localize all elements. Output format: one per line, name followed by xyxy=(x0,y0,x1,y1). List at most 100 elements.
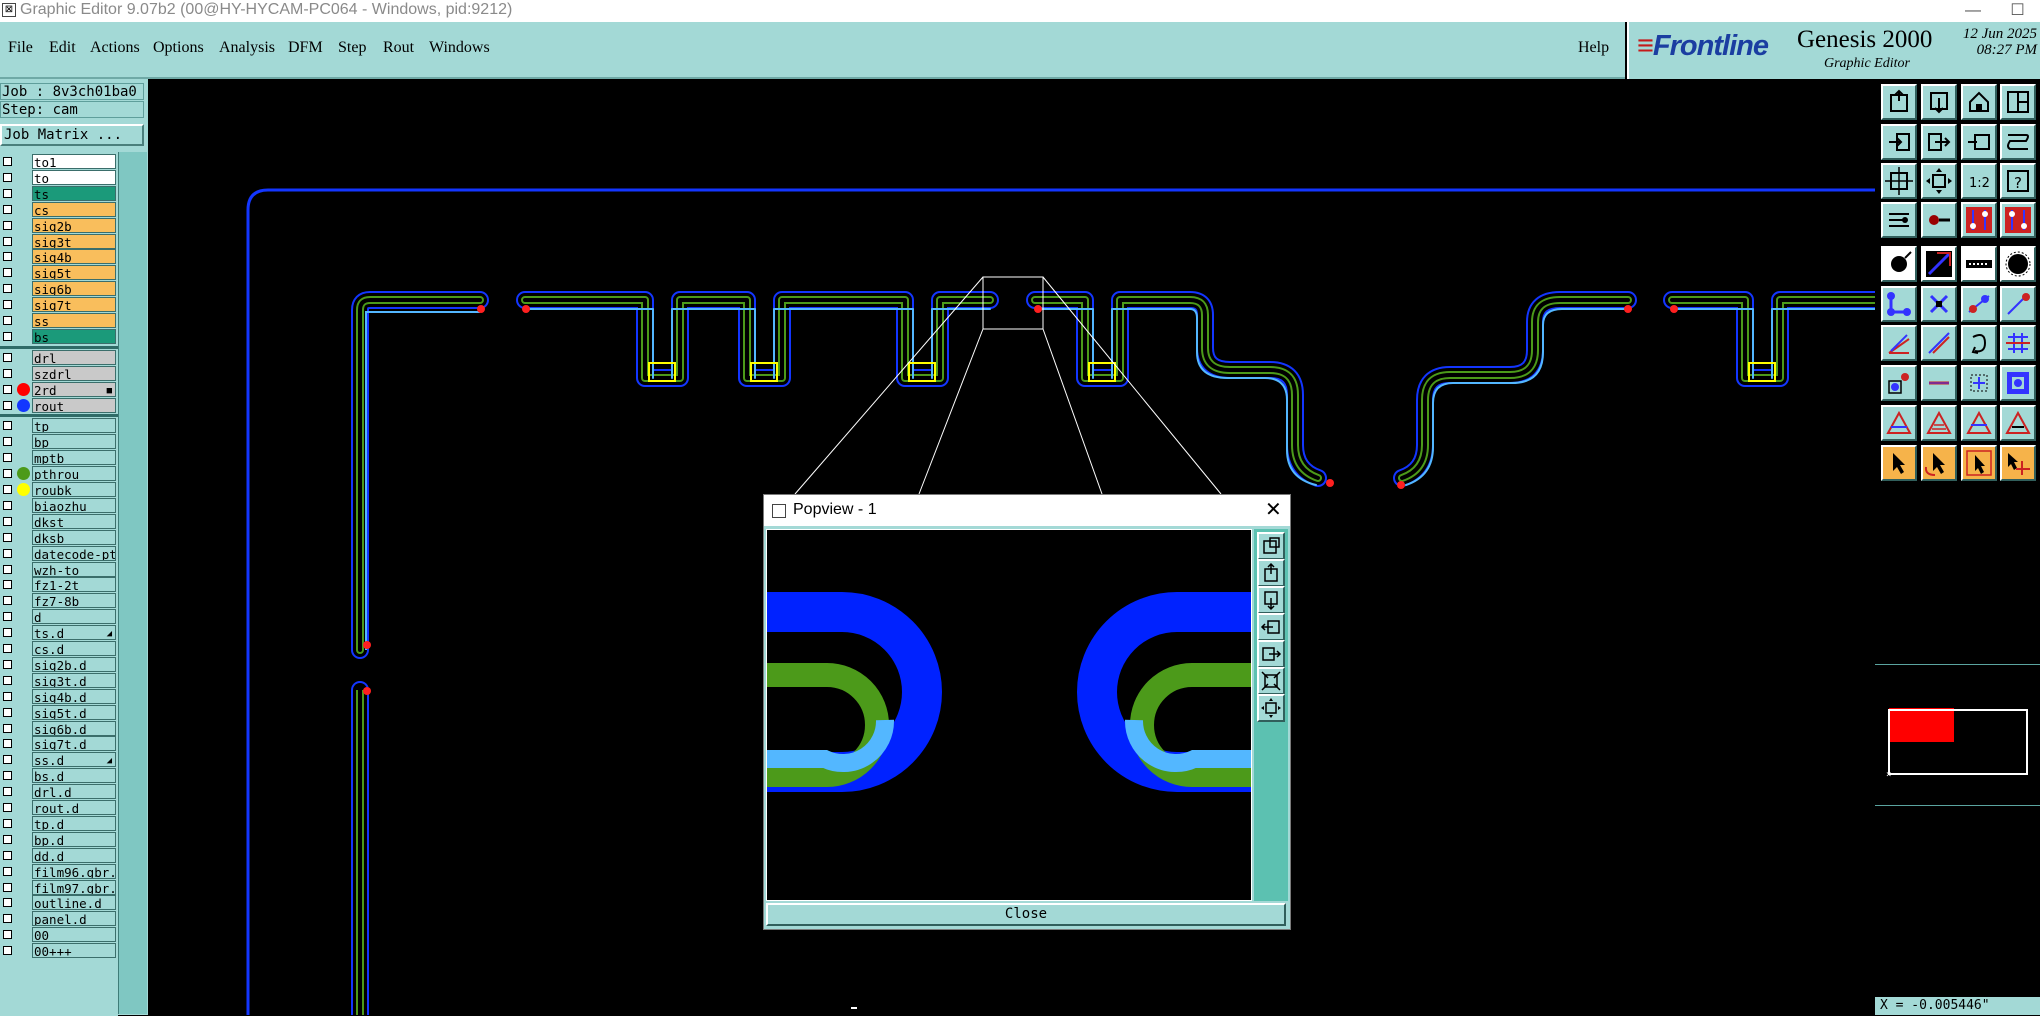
layer-name[interactable]: sig3t.d xyxy=(32,672,116,688)
layer-checkbox[interactable] xyxy=(3,866,12,876)
layer-checkbox[interactable] xyxy=(3,500,12,510)
layer-checkbox[interactable] xyxy=(3,453,12,463)
square-tool-button[interactable] xyxy=(2000,365,2036,401)
menu-help[interactable]: Help xyxy=(1578,39,1609,57)
route-tool-button[interactable] xyxy=(1961,286,1997,322)
layer-row[interactable]: bp xyxy=(0,434,118,450)
layer-row[interactable]: ss.d ◢ xyxy=(0,752,118,768)
layer-name[interactable]: d xyxy=(32,609,116,625)
layer-checkbox[interactable] xyxy=(3,691,12,701)
layer-row[interactable]: sig3t xyxy=(0,233,118,249)
layer-checkbox[interactable] xyxy=(3,882,12,892)
layer-checkbox[interactable] xyxy=(3,516,12,526)
layer-row[interactable]: biaozhu xyxy=(0,497,118,513)
layer-checkbox[interactable] xyxy=(3,252,12,262)
layer-name[interactable]: sig5t xyxy=(32,265,116,281)
layer-checkbox[interactable] xyxy=(3,771,12,781)
layer-name[interactable]: dkst xyxy=(32,513,116,529)
layer-row[interactable]: to1 xyxy=(0,154,118,169)
layer-checkbox[interactable] xyxy=(3,188,12,198)
layer-name[interactable]: outline.d xyxy=(32,895,116,911)
frame-tool-button[interactable] xyxy=(1961,365,1997,401)
layer-checkbox[interactable] xyxy=(3,400,12,410)
layer-checkbox[interactable] xyxy=(3,564,12,574)
layer-checkbox[interactable] xyxy=(3,172,12,182)
layer-row[interactable]: datecode-pte xyxy=(0,545,118,561)
layer-checkbox[interactable] xyxy=(3,300,12,310)
load-layer-tool-button[interactable] xyxy=(1881,124,1917,160)
layer-checkbox[interactable] xyxy=(3,787,12,797)
layer-row[interactable]: 00 xyxy=(0,927,118,943)
help-tool-button[interactable]: ? xyxy=(2000,163,2036,199)
layer-checkbox[interactable] xyxy=(3,803,12,812)
layer-name[interactable]: tp.d xyxy=(32,815,116,831)
layer-name[interactable]: tp xyxy=(32,418,116,434)
stretch-tool-button[interactable] xyxy=(2000,124,2036,160)
layer-row[interactable]: wzh-to xyxy=(0,561,118,577)
layer-name[interactable]: film97.gbr.d xyxy=(32,879,116,895)
layer-checkbox[interactable] xyxy=(3,220,12,230)
layer-name[interactable]: bs xyxy=(32,328,116,344)
layer-checkbox[interactable] xyxy=(3,930,12,940)
layer-checkbox[interactable] xyxy=(3,384,12,394)
layer-checkbox[interactable] xyxy=(3,596,12,606)
layer-row[interactable]: dd.d xyxy=(0,847,118,863)
layer-name[interactable]: rout.d xyxy=(32,800,116,815)
layer-row[interactable]: bs xyxy=(0,328,118,344)
rotate-tool-button[interactable] xyxy=(1961,325,1997,361)
layer-checkbox[interactable] xyxy=(3,548,12,558)
menu-actions[interactable]: Actions xyxy=(90,39,140,57)
layer-name[interactable]: dd.d xyxy=(32,847,116,863)
select-move-tool-button[interactable] xyxy=(2000,445,2036,481)
layer-row[interactable]: dksb xyxy=(0,529,118,545)
layer-checkbox[interactable] xyxy=(3,268,12,278)
panel-triangle-tool-button[interactable] xyxy=(1961,405,1997,441)
layer-row[interactable]: pthrou xyxy=(0,466,118,482)
layer-row[interactable]: film97.gbr.d xyxy=(0,879,118,895)
popview-close-button[interactable]: Close xyxy=(766,903,1286,926)
layer-checkbox[interactable] xyxy=(3,644,12,653)
layer-checkbox[interactable] xyxy=(3,675,12,685)
layer-row[interactable]: d xyxy=(0,609,118,625)
layer-checkbox[interactable] xyxy=(3,485,12,494)
popview-center-button[interactable] xyxy=(1257,694,1285,722)
layer-checkbox[interactable] xyxy=(3,834,12,844)
layer-checkbox[interactable] xyxy=(3,284,12,294)
layer-name[interactable]: drl.d xyxy=(32,784,116,800)
dash-line-tool-button[interactable] xyxy=(1961,246,1997,282)
layer-checkbox[interactable] xyxy=(3,946,12,956)
popview-pan-right-button[interactable] xyxy=(1257,640,1285,668)
minimize-button[interactable]: — xyxy=(1950,0,1996,22)
layer-row[interactable]: outline.d xyxy=(0,895,118,911)
home-tool-button[interactable] xyxy=(1961,84,1997,120)
fill-triangle-tool-button[interactable] xyxy=(1881,405,1917,441)
open-job-tool-button[interactable] xyxy=(1881,84,1917,120)
layer-name[interactable]: 00 xyxy=(32,927,116,943)
layer-checkbox[interactable] xyxy=(3,204,12,214)
layer-name[interactable]: mptb xyxy=(32,450,116,466)
layer-row[interactable]: rout.d xyxy=(0,800,118,815)
layer-row[interactable]: szdrl xyxy=(0,365,118,381)
layer-row[interactable]: to xyxy=(0,169,118,185)
save-tool-button[interactable] xyxy=(1921,84,1957,120)
select-arrow-tool-button[interactable] xyxy=(1881,445,1917,481)
popview-canvas[interactable] xyxy=(766,529,1252,901)
layer-row[interactable]: mptb xyxy=(0,450,118,466)
layer-row[interactable]: dkst xyxy=(0,513,118,529)
overview-thumbnail[interactable]: × xyxy=(1875,664,2040,806)
layer-row[interactable]: tp.d xyxy=(0,815,118,831)
triangle-alt-tool-button[interactable] xyxy=(2000,405,2036,441)
layer-name[interactable]: ss xyxy=(32,313,116,328)
parallel-tool-button[interactable] xyxy=(2000,325,2036,361)
layer-row[interactable]: sig4b xyxy=(0,249,118,265)
layer-name[interactable]: sig3t xyxy=(32,233,116,249)
layer-name[interactable]: cs xyxy=(32,201,116,217)
layer-row[interactable]: sig6b xyxy=(0,281,118,297)
layer-checkbox[interactable] xyxy=(3,331,12,341)
popview-pan-up-button[interactable] xyxy=(1257,559,1285,587)
layer-row[interactable]: sig6b.d xyxy=(0,720,118,736)
layer-name[interactable]: to xyxy=(32,169,116,185)
layer-row[interactable]: drl xyxy=(0,349,118,365)
layer-checkbox[interactable] xyxy=(3,898,12,908)
scale-tool-button[interactable]: 1:2 xyxy=(1961,163,1997,199)
